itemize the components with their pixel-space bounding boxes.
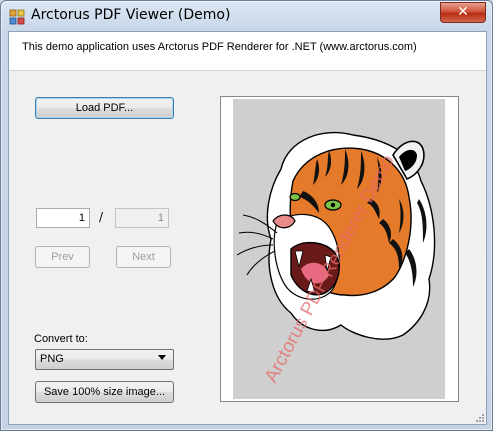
app-icon	[9, 9, 25, 25]
window-title: Arctorus PDF Viewer (Demo)	[31, 7, 231, 23]
format-select-value: PNG	[40, 353, 64, 365]
client-area: This demo application uses Arctorus PDF …	[8, 31, 487, 425]
app-window: Arctorus PDF Viewer (Demo) ✕ This demo a…	[0, 0, 493, 431]
info-text: This demo application uses Arctorus PDF …	[22, 41, 417, 53]
info-header: This demo application uses Arctorus PDF …	[9, 32, 486, 71]
title-bar[interactable]: Arctorus PDF Viewer (Demo) ✕	[1, 1, 492, 31]
next-page-button[interactable]: Next	[116, 246, 171, 268]
resize-grip-icon[interactable]	[474, 412, 484, 422]
total-pages-field: 1	[115, 208, 169, 228]
pdf-page: Arctorus PDF Renderer Demo	[233, 99, 445, 399]
load-pdf-button[interactable]: Load PDF...	[35, 97, 174, 119]
pdf-preview-panel[interactable]: Arctorus PDF Renderer Demo	[220, 96, 459, 402]
close-icon: ✕	[457, 4, 469, 20]
tiger-image: Arctorus PDF Renderer Demo	[236, 131, 436, 386]
convert-to-label: Convert to:	[34, 333, 88, 345]
format-select[interactable]: PNG	[35, 349, 174, 370]
close-button[interactable]: ✕	[440, 2, 486, 23]
chevron-down-icon	[158, 355, 166, 360]
prev-page-button[interactable]: Prev	[35, 246, 90, 268]
save-image-button[interactable]: Save 100% size image...	[35, 381, 174, 403]
page-separator: /	[99, 210, 104, 224]
current-page-input[interactable]: 1	[36, 208, 90, 228]
